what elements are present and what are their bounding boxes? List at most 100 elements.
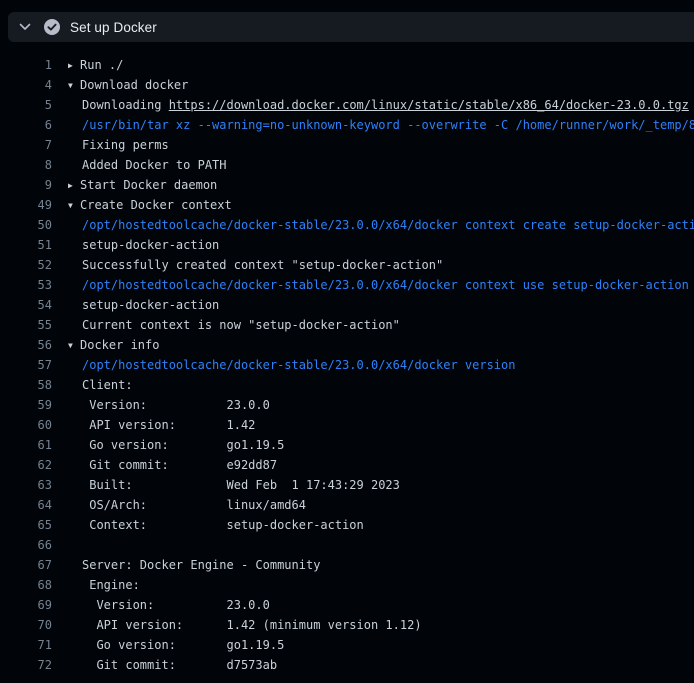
log-text: API version: 1.42 (minimum version 1.12)	[82, 618, 422, 632]
line-number[interactable]: 53	[0, 278, 52, 292]
log-line: 65 Context: setup-docker-action	[0, 515, 694, 535]
line-number[interactable]: 8	[0, 158, 52, 172]
group-title[interactable]: Create Docker context	[80, 198, 232, 212]
line-number[interactable]: 61	[0, 438, 52, 452]
line-number[interactable]: 52	[0, 258, 52, 272]
log-line: 7 Fixing perms	[0, 135, 694, 155]
log-line: 6/usr/bin/tar xz --warning=no-unknown-ke…	[0, 115, 694, 135]
group-title[interactable]: Download docker	[80, 78, 188, 92]
actions-log-viewer: Set up Docker 1▶Run ./4▼Download docker5…	[0, 0, 694, 683]
group-title[interactable]: Start Docker daemon	[80, 178, 217, 192]
log-text: Go version: go1.19.5	[82, 438, 284, 452]
log-line: 66	[0, 535, 694, 555]
line-number[interactable]: 56	[0, 338, 52, 352]
log-line: 72 Git commit: d7573ab	[0, 655, 694, 675]
log-text: API version: 1.42	[82, 418, 255, 432]
line-number[interactable]: 70	[0, 618, 52, 632]
group-collapsed-icon[interactable]: ▶	[68, 61, 78, 70]
log-text: Server: Docker Engine - Community	[82, 558, 320, 572]
log-text: Git commit: e92dd87	[82, 458, 277, 472]
log-line: 5Downloading https://download.docker.com…	[0, 95, 694, 115]
line-number[interactable]: 57	[0, 358, 52, 372]
log-text: Built: Wed Feb 1 17:43:29 2023	[82, 478, 400, 492]
line-number[interactable]: 60	[0, 418, 52, 432]
log-command-text: /opt/hostedtoolcache/docker-stable/23.0.…	[82, 218, 694, 232]
log-line: 58 Client:	[0, 375, 694, 395]
log-text: Version: 23.0.0	[82, 398, 270, 412]
log-text: Version: 23.0.0	[82, 598, 270, 612]
line-number[interactable]: 62	[0, 458, 52, 472]
log-command-text: /usr/bin/tar xz --warning=no-unknown-key…	[82, 118, 694, 132]
line-number[interactable]: 71	[0, 638, 52, 652]
line-number[interactable]: 50	[0, 218, 52, 232]
line-number[interactable]: 69	[0, 598, 52, 612]
log-command-text: /opt/hostedtoolcache/docker-stable/23.0.…	[82, 358, 515, 372]
log-line: 60 API version: 1.42	[0, 415, 694, 435]
log-link[interactable]: https://download.docker.com/linux/static…	[169, 98, 689, 112]
log-line: 61 Go version: go1.19.5	[0, 435, 694, 455]
log-text: Engine:	[82, 578, 140, 592]
group-title[interactable]: Run ./	[80, 58, 123, 72]
log-line: 69 Version: 23.0.0	[0, 595, 694, 615]
line-number[interactable]: 1	[0, 58, 52, 72]
line-number[interactable]: 68	[0, 578, 52, 592]
log-line: 62 Git commit: e92dd87	[0, 455, 694, 475]
line-number[interactable]: 55	[0, 318, 52, 332]
step-title: Set up Docker	[70, 20, 157, 35]
line-number[interactable]: 49	[0, 198, 52, 212]
log-lines: 1▶Run ./4▼Download docker5Downloading ht…	[0, 42, 694, 683]
log-line[interactable]: 4 ▼Download docker	[0, 75, 694, 95]
log-line: 52Successfully created context "setup-do…	[0, 255, 694, 275]
check-circle-icon	[44, 19, 60, 35]
log-line: 70 API version: 1.42 (minimum version 1.…	[0, 615, 694, 635]
log-text: Added Docker to PATH	[82, 158, 227, 172]
log-text: OS/Arch: linux/amd64	[82, 498, 306, 512]
log-command-text: /opt/hostedtoolcache/docker-stable/23.0.…	[82, 278, 689, 292]
log-line: 57/opt/hostedtoolcache/docker-stable/23.…	[0, 355, 694, 375]
line-number[interactable]: 6	[0, 118, 52, 132]
line-number[interactable]: 54	[0, 298, 52, 312]
group-expanded-icon[interactable]: ▼	[68, 201, 78, 210]
log-line: 54 setup-docker-action	[0, 295, 694, 315]
group-expanded-icon[interactable]: ▼	[68, 341, 78, 350]
log-line: 63 Built: Wed Feb 1 17:43:29 2023	[0, 475, 694, 495]
log-line[interactable]: 49 ▼Create Docker context	[0, 195, 694, 215]
line-number[interactable]: 65	[0, 518, 52, 532]
log-line: 64 OS/Arch: linux/amd64	[0, 495, 694, 515]
line-number[interactable]: 59	[0, 398, 52, 412]
log-text: Git commit: d7573ab	[82, 658, 277, 672]
group-expanded-icon[interactable]: ▼	[68, 81, 78, 90]
line-number[interactable]: 51	[0, 238, 52, 252]
log-text: setup-docker-action	[82, 238, 219, 252]
line-number[interactable]: 64	[0, 498, 52, 512]
line-number[interactable]: 58	[0, 378, 52, 392]
log-text: Current context is now "setup-docker-act…	[82, 318, 400, 332]
log-line[interactable]: 1 ▶Run ./	[0, 55, 694, 75]
log-text: Client:	[82, 378, 133, 392]
log-line[interactable]: 9 ▶Start Docker daemon	[0, 175, 694, 195]
log-line: 53/opt/hostedtoolcache/docker-stable/23.…	[0, 275, 694, 295]
log-line: 8 Added Docker to PATH	[0, 155, 694, 175]
line-number[interactable]: 9	[0, 178, 52, 192]
log-line: 67 Server: Docker Engine - Community	[0, 555, 694, 575]
chevron-down-icon[interactable]	[18, 20, 32, 34]
log-text: Context: setup-docker-action	[82, 518, 364, 532]
line-number[interactable]: 63	[0, 478, 52, 492]
line-number[interactable]: 66	[0, 538, 52, 552]
log-line: 68 Engine:	[0, 575, 694, 595]
log-line[interactable]: 56 ▼Docker info	[0, 335, 694, 355]
line-number[interactable]: 4	[0, 78, 52, 92]
step-header[interactable]: Set up Docker	[8, 12, 694, 42]
log-text: Fixing perms	[82, 138, 169, 152]
log-line: 59 Version: 23.0.0	[0, 395, 694, 415]
line-number[interactable]: 67	[0, 558, 52, 572]
line-number[interactable]: 7	[0, 138, 52, 152]
line-number[interactable]: 72	[0, 658, 52, 672]
log-line: 71 Go version: go1.19.5	[0, 635, 694, 655]
line-number[interactable]: 5	[0, 98, 52, 112]
log-line: 50/opt/hostedtoolcache/docker-stable/23.…	[0, 215, 694, 235]
group-collapsed-icon[interactable]: ▶	[68, 181, 78, 190]
group-title[interactable]: Docker info	[80, 338, 159, 352]
log-text: Go version: go1.19.5	[82, 638, 284, 652]
log-text: setup-docker-action	[82, 298, 219, 312]
